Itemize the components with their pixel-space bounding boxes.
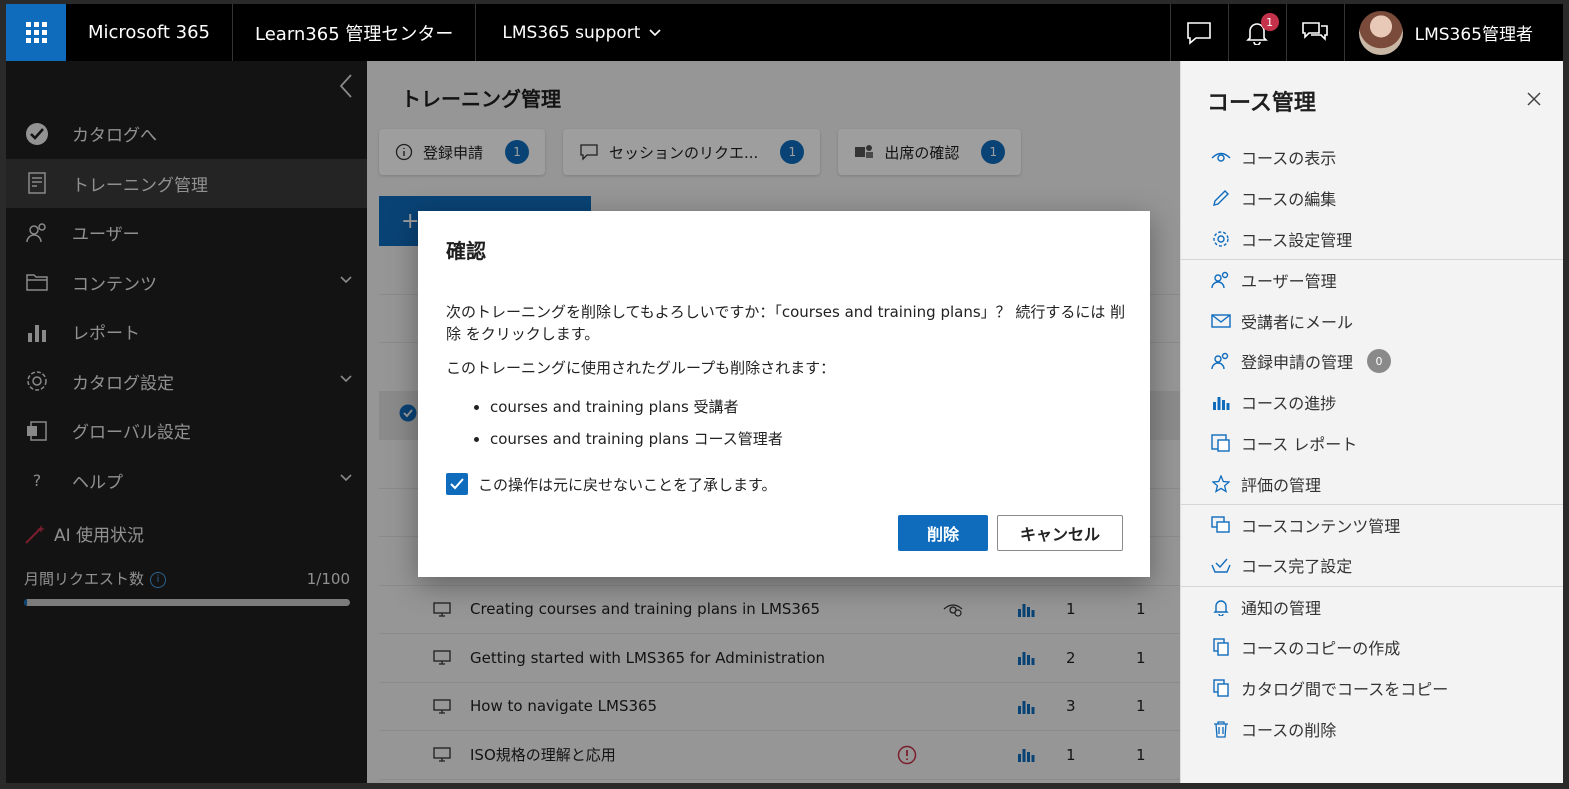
email-learners-action[interactable]: 受講者にメール	[1181, 300, 1563, 341]
action-label: コースの進捗	[1241, 394, 1337, 414]
waffle-icon	[25, 22, 47, 43]
eye-icon	[1211, 147, 1231, 167]
app-launcher-button[interactable]	[6, 4, 66, 61]
close-icon	[1527, 92, 1541, 106]
completion-icon	[1211, 555, 1231, 575]
dialog-sub-message: このトレーニングに使用されたグループも削除されます：	[446, 359, 836, 377]
pencil-icon	[1211, 188, 1231, 208]
tenant-selector[interactable]: LMS365 support	[476, 4, 688, 61]
action-label: コース完了設定	[1241, 557, 1353, 577]
checkmark-icon	[450, 478, 464, 490]
delete-button[interactable]: 削除	[898, 515, 988, 551]
course-management-panel: コース管理 コースの表示 コースの編集 コース設定管理 ユーザー管理 受講者にメ…	[1180, 61, 1563, 783]
user-management-action[interactable]: ユーザー管理	[1181, 259, 1563, 300]
group-list: courses and training plans 受講者 courses a…	[468, 391, 783, 455]
action-label: 通知の管理	[1241, 598, 1322, 618]
bar-chart-icon	[1211, 392, 1231, 412]
notifications-action[interactable]: 通知の管理	[1181, 585, 1563, 627]
delete-course-action[interactable]: コースの削除	[1181, 708, 1563, 749]
action-label: ユーザー管理	[1241, 272, 1337, 292]
report-icon	[1211, 433, 1231, 453]
acknowledge-checkbox-row[interactable]: この操作は元に戻せないことを了承します。	[446, 473, 777, 495]
course-completion-action[interactable]: コース完了設定	[1181, 545, 1563, 586]
panel-actions: コースの表示 コースの編集 コース設定管理 ユーザー管理 受講者にメール 登録申…	[1181, 137, 1563, 749]
content-icon	[1211, 515, 1231, 535]
trash-icon	[1211, 719, 1231, 739]
copy-icon	[1211, 678, 1231, 698]
bell-icon	[1211, 597, 1231, 617]
messages-button[interactable]	[1285, 4, 1344, 61]
panel-title: コース管理	[1207, 91, 1316, 116]
course-progress-action[interactable]: コースの進捗	[1181, 382, 1563, 423]
brand-link[interactable]: Microsoft 365	[66, 4, 233, 61]
action-label: コースの削除	[1241, 720, 1337, 740]
chevron-down-icon	[649, 28, 662, 36]
mail-icon	[1211, 311, 1231, 331]
edit-course-action[interactable]: コースの編集	[1181, 178, 1563, 219]
top-bar: Microsoft 365 Learn365 管理センター LMS365 sup…	[6, 4, 1563, 61]
dialog-message: 次のトレーニングを削除してもよろしいですか：「courses and train…	[446, 303, 1126, 343]
action-label: コースコンテンツ管理	[1241, 517, 1401, 537]
gear-icon	[1211, 229, 1231, 249]
feedback-button[interactable]	[1169, 4, 1228, 61]
users-icon	[1211, 351, 1231, 371]
notifications-button[interactable]: 1	[1227, 4, 1286, 61]
chat-icon	[1187, 21, 1211, 45]
star-icon	[1211, 474, 1231, 494]
action-label: 評価の管理	[1241, 475, 1322, 495]
user-name: LMS365管理者	[1414, 25, 1533, 45]
conversation-icon	[1302, 21, 1328, 41]
list-item: courses and training plans 受講者	[490, 391, 783, 423]
app-title[interactable]: Learn365 管理センター	[233, 4, 477, 61]
action-label: コースの編集	[1241, 190, 1337, 210]
copy-course-action[interactable]: コースのコピーの作成	[1181, 627, 1563, 668]
notification-badge: 1	[1260, 13, 1279, 31]
app-window: Microsoft 365 Learn365 管理センター LMS365 sup…	[0, 0, 1569, 789]
acknowledge-checkbox[interactable]	[446, 473, 468, 495]
dialog-actions: 削除 キャンセル	[898, 515, 1123, 551]
course-settings-action[interactable]: コース設定管理	[1181, 219, 1563, 260]
action-label: コースのコピーの作成	[1241, 638, 1401, 658]
course-report-action[interactable]: コース レポート	[1181, 423, 1563, 464]
copy-icon	[1211, 637, 1231, 657]
evaluation-action[interactable]: 評価の管理	[1181, 463, 1563, 504]
action-label: コース設定管理	[1241, 230, 1353, 250]
count-badge: 0	[1367, 349, 1392, 374]
user-menu[interactable]: LMS365管理者	[1343, 4, 1563, 61]
course-content-action[interactable]: コースコンテンツ管理	[1181, 504, 1563, 545]
list-item: courses and training plans コース管理者	[490, 423, 783, 455]
tenant-name: LMS365 support	[502, 22, 641, 43]
confirm-delete-dialog: 確認 次のトレーニングを削除してもよろしいですか：「courses and tr…	[418, 211, 1150, 577]
action-label: カタログ間でコースをコピー	[1241, 679, 1449, 699]
view-course-action[interactable]: コースの表示	[1181, 137, 1563, 178]
dialog-title: 確認	[446, 239, 486, 263]
cancel-button[interactable]: キャンセル	[997, 515, 1123, 551]
avatar	[1358, 10, 1403, 55]
close-panel-button[interactable]	[1527, 91, 1541, 110]
action-label: コース レポート	[1241, 434, 1358, 454]
users-icon	[1211, 270, 1231, 290]
acknowledge-label: この操作は元に戻せないことを了承します。	[478, 475, 777, 494]
action-label: 登録申請の管理	[1241, 353, 1354, 373]
action-label: 受講者にメール	[1241, 312, 1354, 332]
enrollment-requests-action[interactable]: 登録申請の管理 0	[1181, 341, 1563, 382]
action-label: コースの表示	[1241, 149, 1337, 169]
copy-between-catalogs-action[interactable]: カタログ間でコースをコピー	[1181, 667, 1563, 708]
